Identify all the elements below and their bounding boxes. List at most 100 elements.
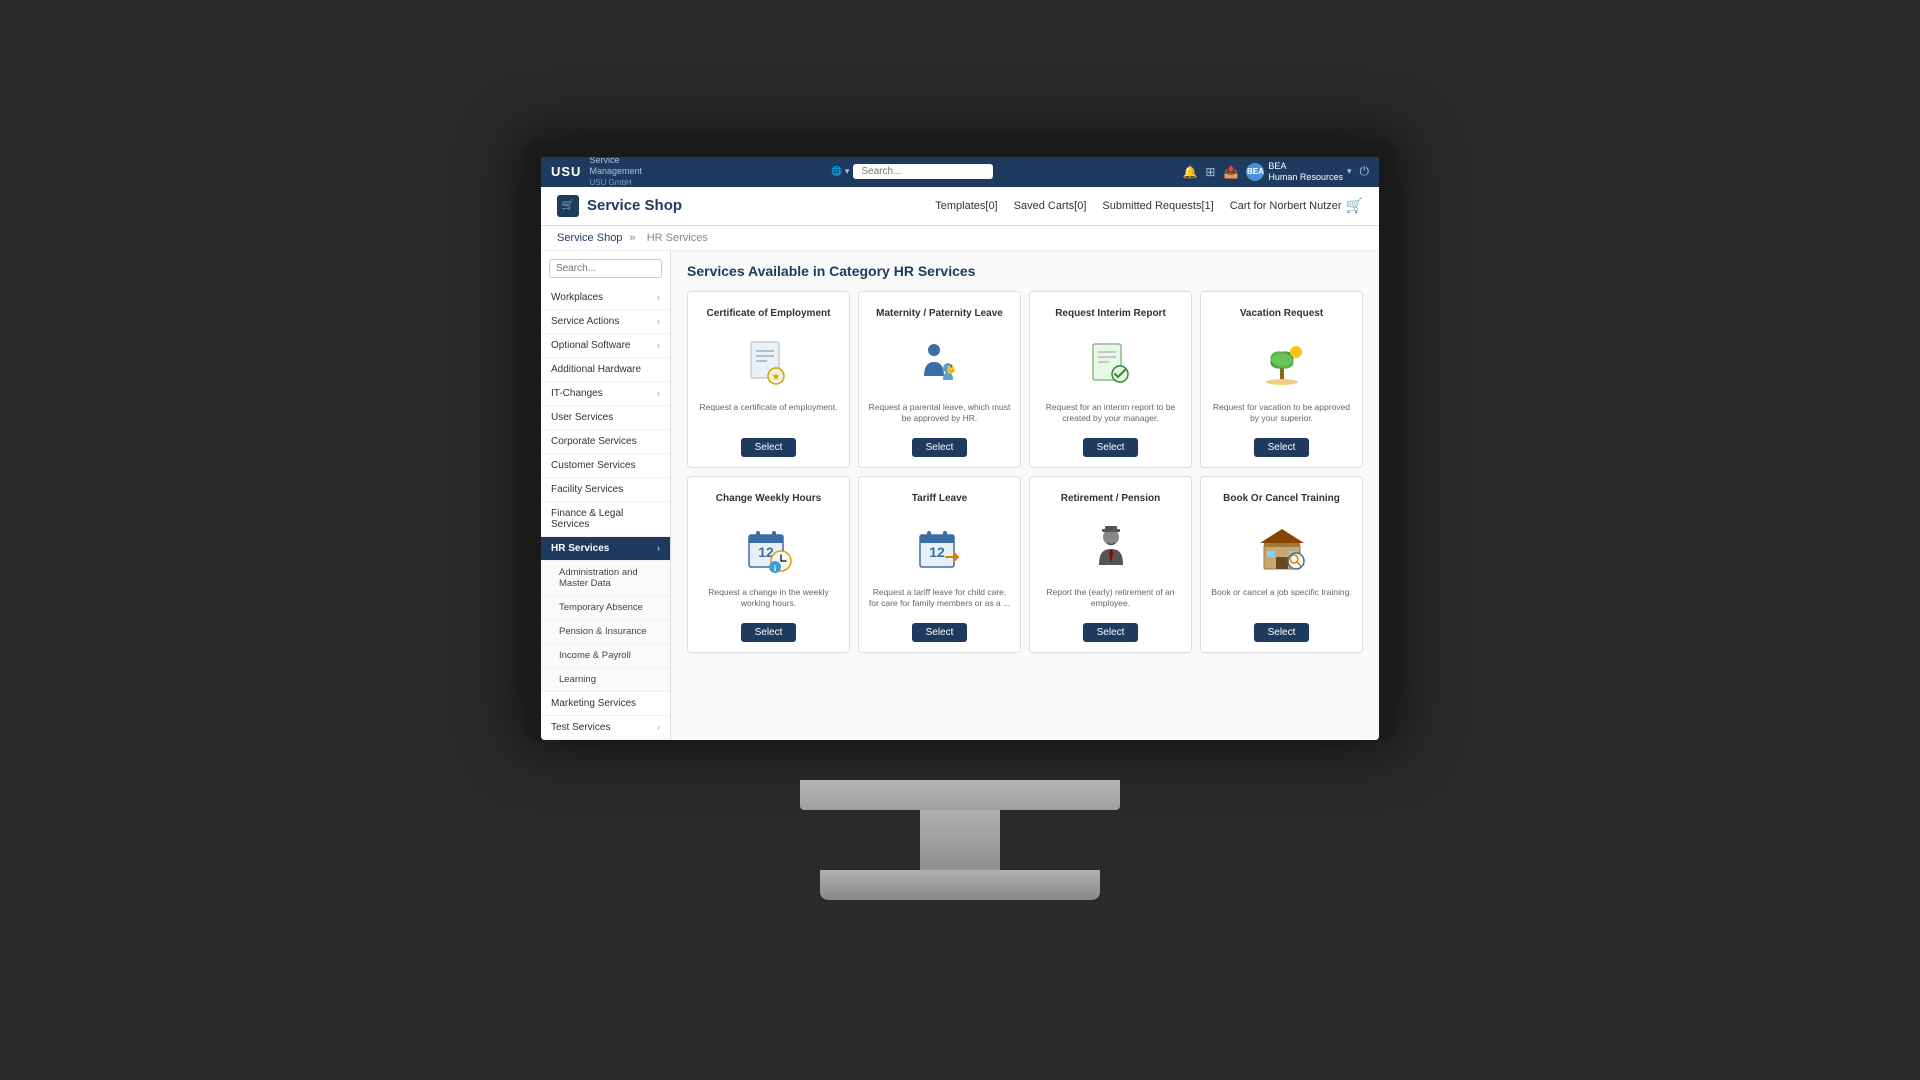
service-desc: Book or cancel a job specific training. (1211, 587, 1351, 615)
breadcrumb-current: HR Services (647, 232, 708, 244)
service-card-interim: Request Interim Report (1029, 291, 1192, 468)
sidebar-item-test-services[interactable]: Test Services › (541, 716, 670, 740)
service-desc: Request a tariff leave for child care, f… (867, 587, 1012, 615)
sidebar-subitem-income-payroll[interactable]: Income & Payroll (541, 644, 670, 668)
app-header: 🛒 Service Shop Templates[0] Saved Carts[… (541, 187, 1379, 226)
sidebar-item-marketing-services[interactable]: Marketing Services (541, 692, 670, 716)
header-nav: Templates[0] Saved Carts[0] Submitted Re… (935, 197, 1363, 214)
select-button-retirement[interactable]: Select (1083, 623, 1139, 642)
service-card-title: Maternity / Paternity Leave (876, 302, 1003, 326)
service-icon-retirement (1081, 519, 1141, 579)
select-button-vacation[interactable]: Select (1254, 438, 1310, 457)
sidebar: Workplaces › Service Actions › Optional … (541, 251, 671, 740)
sidebar-item-facility-services[interactable]: Facility Services (541, 478, 670, 502)
chevron-right-icon: › (657, 722, 660, 732)
user-label: BEAHuman Resources (1268, 161, 1343, 183)
service-icon-training (1252, 519, 1312, 579)
select-button-weekly-hours[interactable]: Select (741, 623, 797, 642)
logo-service: ServiceManagementUSU GmbH (589, 157, 642, 188)
cart-label: Cart for Norbert Nutzer (1230, 200, 1342, 212)
service-card-title: Request Interim Report (1055, 302, 1166, 326)
service-icon-interim (1081, 334, 1141, 394)
service-card-title: Book Or Cancel Training (1223, 487, 1340, 511)
sidebar-search-input[interactable] (549, 259, 662, 278)
breadcrumb-root[interactable]: Service Shop (557, 232, 622, 244)
select-button-interim[interactable]: Select (1083, 438, 1139, 457)
sidebar-item-it-changes[interactable]: IT-Changes › (541, 382, 670, 406)
service-card-title: Certificate of Employment (707, 302, 831, 326)
service-card-maternity: Maternity / Paternity Leave 👶 (858, 291, 1021, 468)
service-desc: Request a certificate of employment. (700, 402, 838, 430)
sidebar-item-workplaces[interactable]: Workplaces › (541, 286, 670, 310)
select-button-tariff[interactable]: Select (912, 623, 968, 642)
sidebar-subitem-temporary-absence[interactable]: Temporary Absence (541, 596, 670, 620)
chevron-right-icon: › (657, 543, 660, 553)
cart-button[interactable]: Cart for Norbert Nutzer 🛒 (1230, 197, 1363, 214)
avatar: BEA (1246, 163, 1264, 181)
service-desc: Request for vacation to be approved by y… (1209, 402, 1354, 430)
topbar-search[interactable] (853, 164, 993, 179)
topbar: USU ServiceManagementUSU GmbH 🌐 ▾ 🔔 ⊞ 📤 … (541, 157, 1379, 187)
monitor-stand-top (800, 780, 1120, 810)
service-desc: Request a change in the weekly working h… (696, 587, 841, 615)
service-card-title: Change Weekly Hours (716, 487, 821, 511)
monitor-stand-base (820, 870, 1100, 900)
content-area: Services Available in Category HR Servic… (671, 251, 1379, 740)
service-desc: Request for an interim report to be crea… (1038, 402, 1183, 430)
logout-icon[interactable]: ⏻ (1359, 164, 1369, 179)
sidebar-subitem-admin-master[interactable]: Administration and Master Data (541, 561, 670, 596)
service-shop-icon: 🛒 (557, 195, 579, 217)
svg-text:★: ★ (771, 372, 780, 383)
sidebar-subitem-pension-insurance[interactable]: Pension & Insurance (541, 620, 670, 644)
main-layout: Workplaces › Service Actions › Optional … (541, 251, 1379, 740)
sidebar-item-finance-legal[interactable]: Finance & Legal Services (541, 502, 670, 537)
service-card-cert-employment: Certificate of Employment ★ (687, 291, 850, 468)
select-button-maternity[interactable]: Select (912, 438, 968, 457)
service-icon-tariff: 12 (910, 519, 970, 579)
chevron-right-icon: › (657, 340, 660, 350)
monitor-stand-neck (920, 810, 1000, 870)
export-icon[interactable]: 📤 (1223, 165, 1238, 179)
sidebar-item-customer-services[interactable]: Customer Services (541, 454, 670, 478)
user-info[interactable]: BEA BEAHuman Resources ▾ (1246, 161, 1351, 183)
svg-text:12: 12 (929, 544, 945, 560)
chevron-right-icon: › (657, 292, 660, 302)
sidebar-item-user-services[interactable]: User Services (541, 406, 670, 430)
service-card-title: Vacation Request (1240, 302, 1323, 326)
sidebar-item-optional-software[interactable]: Optional Software › (541, 334, 670, 358)
notifications-icon[interactable]: 🔔 (1182, 165, 1197, 179)
locale-selector[interactable]: 🌐 ▾ (831, 166, 849, 177)
saved-carts-link[interactable]: Saved Carts[0] (1014, 200, 1087, 212)
select-button-training[interactable]: Select (1254, 623, 1310, 642)
svg-text:👶: 👶 (946, 364, 956, 374)
sidebar-item-additional-hardware[interactable]: Additional Hardware (541, 358, 670, 382)
service-card-tariff-leave: Tariff Leave 12 (858, 476, 1021, 653)
service-card-vacation: Vacation Request (1200, 291, 1363, 468)
service-desc: Request a parental leave, which must be … (867, 402, 1012, 430)
grid-icon[interactable]: ⊞ (1205, 165, 1215, 179)
user-dropdown-icon[interactable]: ▾ (1347, 166, 1352, 177)
sidebar-subitem-learning[interactable]: Learning (541, 668, 670, 692)
service-icon-maternity: 👶 (910, 334, 970, 394)
breadcrumb-separator: » (630, 232, 636, 244)
logo-usu: USU (551, 164, 581, 179)
sidebar-item-corporate-services[interactable]: Corporate Services (541, 430, 670, 454)
app-title: 🛒 Service Shop (557, 195, 682, 217)
service-grid: Certificate of Employment ★ (687, 291, 1363, 653)
sidebar-item-service-actions[interactable]: Service Actions › (541, 310, 670, 334)
service-icon-vacation (1252, 334, 1312, 394)
cart-icon: 🛒 (1346, 197, 1363, 214)
breadcrumb: Service Shop » HR Services (541, 226, 1379, 251)
svg-text:i: i (773, 564, 775, 573)
service-card-weekly-hours: Change Weekly Hours (687, 476, 850, 653)
submitted-requests-link[interactable]: Submitted Requests[1] (1102, 200, 1213, 212)
service-card-title: Retirement / Pension (1061, 487, 1160, 511)
service-icon-cert: ★ (739, 334, 799, 394)
sidebar-search-container (541, 251, 670, 286)
sidebar-item-hr-services[interactable]: HR Services › (541, 537, 670, 561)
templates-link[interactable]: Templates[0] (935, 200, 997, 212)
service-card-title: Tariff Leave (912, 487, 967, 511)
select-button-cert[interactable]: Select (741, 438, 797, 457)
chevron-right-icon: › (657, 316, 660, 326)
content-title: Services Available in Category HR Servic… (687, 263, 1363, 279)
